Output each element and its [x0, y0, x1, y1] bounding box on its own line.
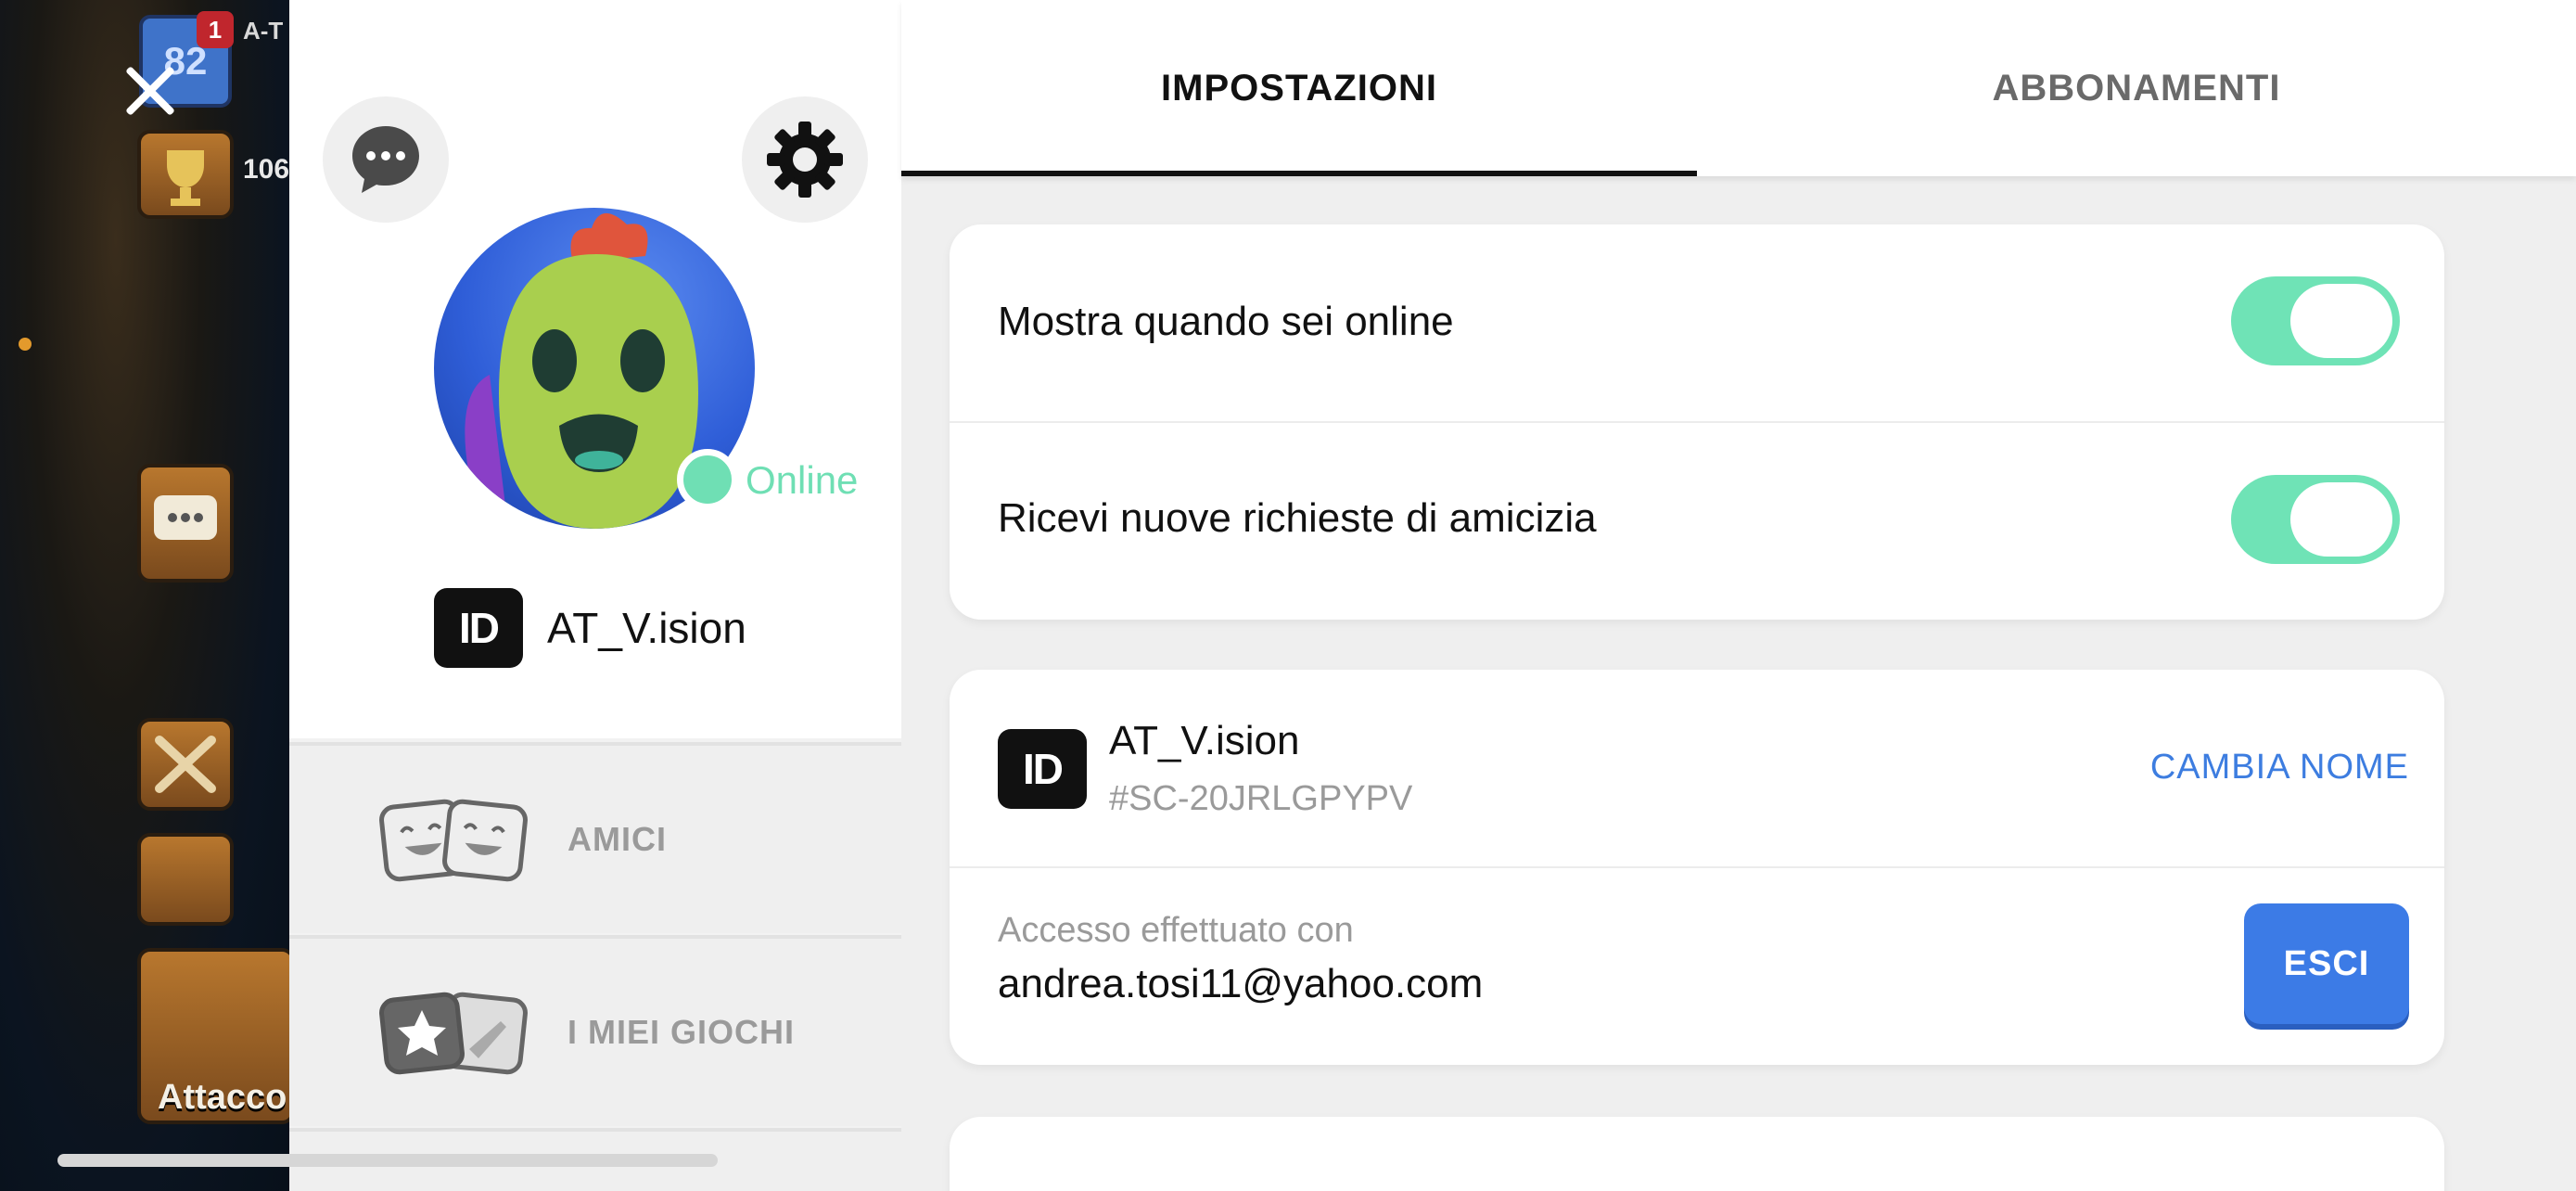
profile-header: Online ID AT_V.ision — [289, 0, 901, 738]
online-status-text: Online — [746, 458, 859, 502]
menu-label-my-games: I MIEI GIOCHI — [567, 1013, 796, 1051]
menu-item-friends[interactable]: AMICI — [289, 742, 901, 933]
setting-label-friend-requests: Ricevi nuove richieste di amicizia — [998, 495, 1597, 541]
menu-item-my-games[interactable]: I MIEI GIOCHI — [289, 935, 901, 1126]
friends-masks-icon — [376, 795, 529, 884]
account-username: AT_V.ision — [1109, 718, 1300, 763]
close-icon[interactable] — [113, 54, 187, 128]
game-background: 82 1 A-T 106 Attacco — [0, 0, 289, 1191]
toggle-knob — [2290, 284, 2392, 358]
builder-icon[interactable] — [137, 833, 234, 926]
crossed-swords-icon[interactable] — [137, 718, 234, 811]
privacy-settings-card: Mostra quando sei online Ricevi nuove ri… — [950, 224, 2444, 620]
friend-requests-toggle[interactable] — [2231, 475, 2400, 564]
toggle-knob — [2290, 482, 2392, 557]
id-badge-icon: ID — [998, 729, 1087, 809]
profile-panel: Online ID AT_V.ision AMICI I MIEI GIOCHI — [289, 0, 901, 1191]
id-badge-icon: ID — [434, 588, 523, 668]
tab-bar: IMPOSTAZIONI ABBONAMENTI — [901, 0, 2576, 176]
profile-username: AT_V.ision — [547, 604, 746, 652]
gear-icon — [767, 122, 843, 198]
settings-button[interactable] — [742, 96, 868, 223]
notification-badge: 1 — [197, 11, 234, 48]
online-status-dot — [677, 449, 738, 510]
account-tag: #SC-20JRLGPYPV — [1109, 779, 1413, 818]
setting-row-show-online: Mostra quando sei online — [950, 224, 2444, 423]
chat-button[interactable] — [323, 96, 449, 223]
account-name-row: ID AT_V.ision #SC-20JRLGPYPV CAMBIA NOME — [950, 670, 2444, 868]
chat-bubble-icon — [352, 126, 419, 193]
show-online-toggle[interactable] — [2231, 276, 2400, 365]
trophy-count: 106 — [243, 154, 289, 185]
account-card: ID AT_V.ision #SC-20JRLGPYPV CAMBIA NOME… — [950, 670, 2444, 1065]
menu-label-friends: AMICI — [567, 820, 667, 858]
active-tab-indicator — [901, 171, 1697, 176]
profile-id-row: ID AT_V.ision — [434, 588, 746, 668]
login-method-label: Accesso effettuato con — [998, 911, 1354, 950]
game-player-tag: A-T — [243, 17, 284, 45]
settings-area: IMPOSTAZIONI ABBONAMENTI Mostra quando s… — [901, 0, 2576, 1191]
horizontal-scrollbar[interactable] — [57, 1154, 718, 1167]
tab-subscriptions[interactable]: ABBONAMENTI — [1697, 0, 2576, 176]
my-games-icon — [376, 988, 529, 1077]
tab-settings[interactable]: IMPOSTAZIONI — [901, 0, 1697, 176]
map-marker — [19, 338, 32, 351]
change-name-link[interactable]: CAMBIA NOME — [2150, 748, 2409, 788]
trophy-icon — [137, 130, 234, 219]
attack-label: Attacco — [158, 1078, 287, 1117]
setting-label-show-online: Mostra quando sei online — [998, 299, 1454, 344]
logout-button[interactable]: ESCI — [2244, 903, 2409, 1024]
login-email: andrea.tosi11@yahoo.com — [998, 961, 1484, 1006]
additional-settings-card — [950, 1117, 2444, 1191]
game-chat-icon[interactable] — [137, 464, 234, 583]
setting-row-friend-requests: Ricevi nuove richieste di amicizia — [950, 423, 2444, 620]
